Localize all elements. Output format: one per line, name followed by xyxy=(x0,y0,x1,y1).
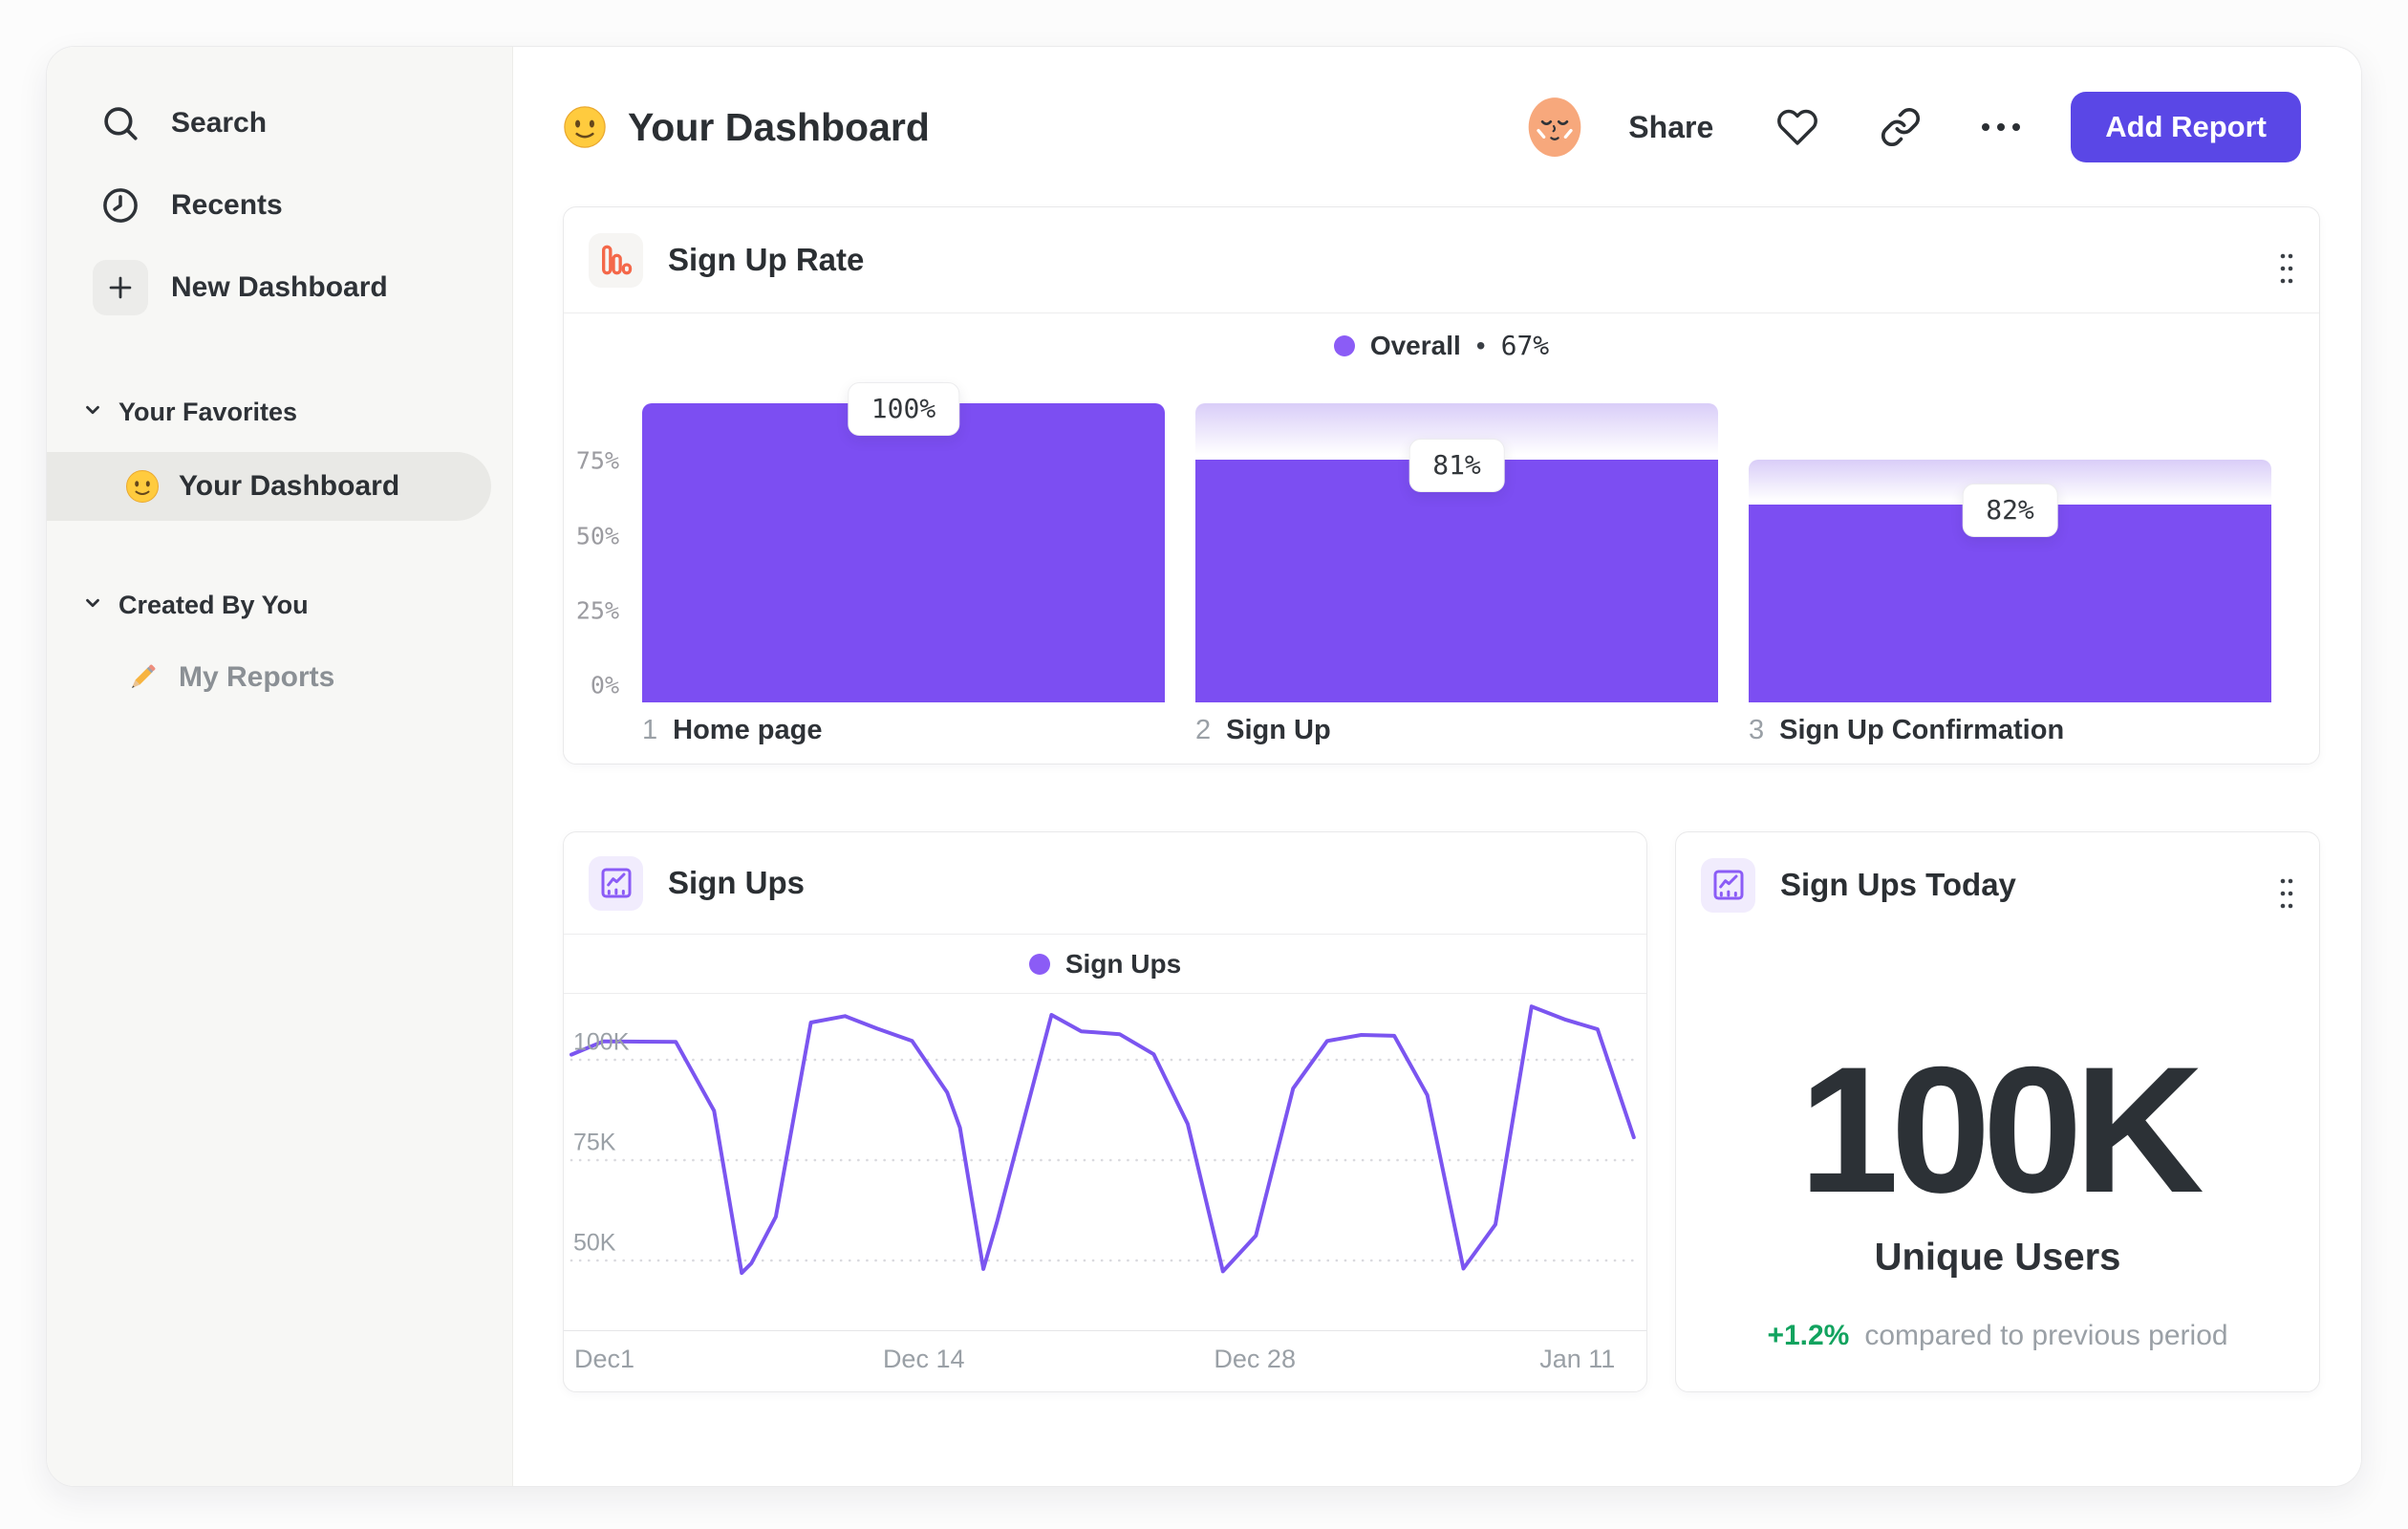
share-button[interactable]: Share xyxy=(1628,110,1713,145)
heart-icon[interactable] xyxy=(1776,106,1818,148)
clock-icon xyxy=(93,178,148,233)
funnel-x-label: 1 Home page xyxy=(642,715,823,745)
funnel-bar-solid xyxy=(642,403,1165,702)
kpi-delta-row: +1.2% compared to previous period xyxy=(1767,1320,2227,1352)
funnel-value-chip: 100% xyxy=(847,382,960,436)
funnel-y-tick: 75% xyxy=(575,446,619,475)
legend-value: 67% xyxy=(1500,330,1550,361)
sidebar-item-new-dashboard[interactable]: New Dashboard xyxy=(47,247,512,329)
sidebar-item-label: New Dashboard xyxy=(171,271,388,303)
funnel-bars-icon xyxy=(589,232,643,288)
sidebar-item-label: My Reports xyxy=(179,661,335,693)
page-header: Your Dashboard Share Add Report xyxy=(563,92,2301,162)
app-window: Search Recents New Dashboard Your Favori… xyxy=(46,46,2362,1487)
page-title-text: Your Dashboard xyxy=(628,104,930,149)
chevron-down-icon xyxy=(82,399,103,425)
funnel-bar-sign-up-confirmation: 82% xyxy=(1749,403,2271,702)
card-header: Sign Ups Today xyxy=(1676,832,2319,937)
line-y-tick: 75K xyxy=(573,1129,616,1156)
header-actions: Share Add Report xyxy=(1523,92,2301,162)
funnel-y-tick: 0% xyxy=(590,671,619,700)
line-legend: Sign Ups xyxy=(564,949,1646,980)
line-x-tick: Dec1 xyxy=(574,1345,635,1373)
line-x-axis-line xyxy=(564,1330,1646,1331)
kpi-delta: +1.2% xyxy=(1767,1320,1850,1351)
card-title: Sign Ups xyxy=(668,865,806,900)
more-options-icon[interactable] xyxy=(1979,120,2023,134)
sidebar-item-recents[interactable]: Recents xyxy=(47,164,512,247)
search-icon xyxy=(93,96,148,151)
funnel-y-tick: 25% xyxy=(575,596,619,625)
kpi-value-label: Unique Users xyxy=(1874,1236,2121,1279)
page-title: Your Dashboard xyxy=(563,105,930,150)
line-chart-icon xyxy=(589,855,643,911)
funnel-bar-solid xyxy=(1195,460,1718,702)
line-y-tick: 100K xyxy=(573,1028,630,1056)
main-content: Your Dashboard Share Add Report Sign Up … xyxy=(513,47,2361,1486)
legend-dot xyxy=(1333,334,1355,356)
funnel-y-tick: 50% xyxy=(575,522,619,549)
legend-label: Sign Ups xyxy=(1064,949,1182,979)
card-header: Sign Ups xyxy=(564,832,1646,934)
section-label: Your Favorites xyxy=(118,397,298,426)
funnel-x-label: 2 Sign Up xyxy=(1195,715,1331,745)
sidebar-item-your-dashboard[interactable]: Your Dashboard xyxy=(47,452,491,521)
plus-icon xyxy=(93,260,148,315)
link-icon[interactable] xyxy=(1880,106,1922,148)
funnel-x-axis: 1 Home page 2 Sign Up 3 Sign Up Confirmation xyxy=(642,715,2271,746)
drag-handle-icon[interactable] xyxy=(2279,249,2294,292)
add-report-button[interactable]: Add Report xyxy=(2071,92,2301,162)
sign-ups-today-card: Sign Ups Today 100K Unique Users +1.2% c… xyxy=(1675,831,2320,1392)
sidebar-section-your-favorites[interactable]: Your Favorites xyxy=(47,383,512,441)
legend-label: Overall xyxy=(1369,330,1461,360)
sidebar-item-search[interactable]: Search xyxy=(47,82,512,164)
funnel-x-label: 3 Sign Up Confirmation xyxy=(1749,715,2065,745)
funnel-legend: Overall • 67% xyxy=(564,330,2319,361)
card-title: Sign Up Rate xyxy=(668,242,865,277)
divider xyxy=(564,993,1646,994)
sidebar-item-my-reports[interactable]: My Reports xyxy=(47,649,512,706)
line-x-tick: Dec 14 xyxy=(882,1345,965,1373)
divider xyxy=(564,312,2319,313)
funnel-bar-home-page: 100% xyxy=(642,382,1165,702)
smiley-emoji xyxy=(563,105,607,149)
section-label: Created By You xyxy=(118,590,309,619)
sign-ups-card: Sign Ups Sign Ups 100K 75K 50K Dec1 Dec 14 De… xyxy=(563,831,1647,1392)
line-x-tick: Jan 11 xyxy=(1539,1345,1616,1373)
pencil-emoji xyxy=(125,660,160,695)
kpi-value: 100K xyxy=(1798,1029,2204,1230)
chevron-down-icon xyxy=(82,592,103,618)
line-chart-icon xyxy=(1701,857,1755,913)
sign-ups-line-series xyxy=(570,1004,1636,1276)
sidebar-item-label: Search xyxy=(171,107,268,139)
legend-dot xyxy=(1028,954,1050,975)
funnel-bar-sign-up: 81% xyxy=(1195,403,1718,702)
sidebar-item-label: Recents xyxy=(171,189,283,221)
line-x-tick: Dec 28 xyxy=(1214,1345,1296,1373)
sidebar-item-label: Your Dashboard xyxy=(179,470,400,502)
smiley-emoji xyxy=(125,469,160,504)
divider xyxy=(564,934,1646,935)
funnel-value-chip: 81% xyxy=(1408,439,1505,493)
legend-separator: • xyxy=(1475,330,1486,360)
sign-up-rate-card: Sign Up Rate Overall • 67% 75% 50% 25% 0% 1… xyxy=(563,206,2320,764)
funnel-value-chip: 82% xyxy=(1962,484,2058,538)
sidebar: Search Recents New Dashboard Your Favori… xyxy=(47,47,513,1486)
funnel-plot: 100% 81% 82% xyxy=(642,382,2271,702)
drag-handle-icon[interactable] xyxy=(2279,874,2294,917)
card-title: Sign Ups Today xyxy=(1780,867,2016,902)
line-y-tick: 50K xyxy=(573,1229,616,1257)
sidebar-section-created-by-you[interactable]: Created By You xyxy=(47,576,512,634)
kpi-delta-description: compared to previous period xyxy=(1864,1320,2228,1351)
avatar[interactable] xyxy=(1523,96,1586,159)
card-header: Sign Up Rate xyxy=(564,207,2319,312)
